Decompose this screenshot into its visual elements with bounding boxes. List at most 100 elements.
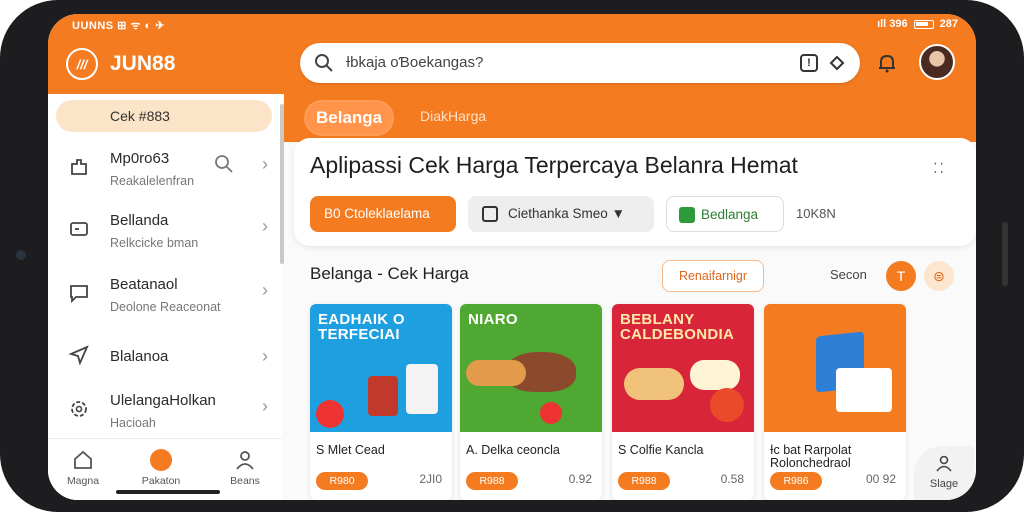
product-name: A. Delka ceoncla bbox=[466, 443, 560, 457]
sidebar-item-subtitle: Deolone Reaceonat bbox=[110, 300, 221, 314]
sidebar-item-1[interactable]: Mp0ro63 Reakalelenfran › bbox=[48, 142, 282, 204]
product-image bbox=[764, 304, 906, 432]
fab-label: Slage bbox=[929, 478, 959, 490]
product-name: Ɨc bat Rarpolat Rolonchedraol bbox=[770, 443, 852, 470]
package-icon bbox=[836, 368, 892, 412]
nav-profile[interactable]: Beans bbox=[210, 445, 280, 487]
avatar[interactable] bbox=[919, 44, 955, 80]
checkbox-icon bbox=[482, 206, 498, 222]
sort-button[interactable]: T bbox=[886, 261, 916, 291]
logo-icon bbox=[150, 449, 172, 471]
signal-text: ıll 396 bbox=[877, 18, 908, 30]
sidebar-item-4[interactable]: Blalanoa › bbox=[48, 330, 282, 392]
chevron-right-icon: › bbox=[262, 154, 268, 174]
bread-icon bbox=[624, 368, 684, 400]
sort-label[interactable]: Secon bbox=[830, 267, 867, 282]
product-banner: NIARO bbox=[468, 311, 518, 328]
chevron-right-icon: › bbox=[262, 346, 268, 366]
sidebar-item-title: Mp0ro63 bbox=[110, 150, 170, 167]
options-button[interactable]: ⊜ bbox=[924, 261, 954, 291]
search-icon[interactable] bbox=[214, 154, 234, 174]
product-name: S Colfie Kancla bbox=[618, 443, 704, 457]
nav-label: Beans bbox=[230, 475, 260, 487]
can-icon bbox=[406, 364, 438, 414]
sidebar-item-subtitle: Hacioah bbox=[110, 416, 156, 430]
nav-label: Pakaton bbox=[141, 475, 181, 487]
tab-cek-harga[interactable]: DiakHarga bbox=[420, 108, 486, 124]
wallet-icon bbox=[70, 222, 88, 236]
tomato-icon bbox=[540, 402, 562, 424]
search-bar[interactable]: Ɨbkaja oƁoekangas? ! bbox=[300, 43, 860, 83]
price-badge: R988 bbox=[466, 472, 518, 490]
phone-frame: UUNNS ⊞ ᯤ ◐ ✈ ıll 396 287 /// JUN88 Ɨbka… bbox=[0, 0, 1024, 512]
product-banner: EADHAIK O TERFECIAI bbox=[318, 311, 405, 343]
camera-dot bbox=[16, 250, 26, 260]
nav-home[interactable]: Magna bbox=[48, 445, 118, 487]
product-card[interactable]: NIARO A. Delka ceoncla R988 0.92 bbox=[460, 304, 602, 500]
green-chip-label: Bedlanga bbox=[701, 207, 759, 222]
bell-icon[interactable] bbox=[876, 52, 898, 74]
sidebar-item-title: Bellanda bbox=[110, 212, 169, 229]
share-fab[interactable]: Slage bbox=[914, 446, 974, 500]
green-filter-chip[interactable]: Bedlanga bbox=[666, 196, 784, 232]
home-indicator bbox=[116, 490, 220, 494]
brand-logo-icon[interactable]: /// bbox=[66, 48, 98, 80]
secondary-price: 2JI0 bbox=[419, 472, 442, 486]
home-icon bbox=[74, 450, 92, 469]
hero-card: Aplipassi Cek Harga Terpercaya Belanra H… bbox=[294, 138, 976, 246]
product-card[interactable]: EADHAIK O TERFECIAI S Mlet Cead R980 2JI… bbox=[310, 304, 452, 500]
sidebar-item-title: UlelangaHolkan bbox=[110, 392, 216, 409]
chevron-right-icon: › bbox=[262, 280, 268, 300]
tab-belanga[interactable]: Belanga bbox=[306, 102, 393, 134]
jar-icon bbox=[368, 376, 398, 416]
search-input[interactable]: Ɨbkaja oƁoekangas? bbox=[346, 54, 483, 71]
tomato-icon bbox=[316, 400, 344, 428]
sidebar-item-5[interactable]: UlelangaHolkan Hacioah › bbox=[48, 384, 282, 446]
sidebar-item-subtitle: Relkcicke bman bbox=[110, 236, 199, 250]
secondary-price: 0.58 bbox=[720, 472, 744, 486]
product-card[interactable]: Ɨc bat Rarpolat Rolonchedraol R986 00 92 bbox=[764, 304, 906, 500]
sidebar-item-title: Beatanaol bbox=[110, 276, 178, 293]
price-badge: R988 bbox=[618, 472, 670, 490]
tomato-icon bbox=[710, 388, 744, 422]
cheese-icon bbox=[690, 360, 740, 390]
nav-center[interactable]: Pakaton bbox=[126, 445, 196, 487]
chevron-right-icon: › bbox=[262, 216, 268, 236]
app-screen: UUNNS ⊞ ᯤ ◐ ✈ ıll 396 287 /// JUN88 Ɨbka… bbox=[48, 14, 976, 500]
orange-action-button[interactable]: B0 Ctoleklaelama bbox=[310, 196, 456, 232]
search-icon bbox=[315, 54, 333, 72]
secondary-price: 00 92 bbox=[865, 472, 896, 486]
user-icon bbox=[236, 451, 254, 470]
product-image: EADHAIK O TERFECIAI bbox=[310, 304, 452, 432]
sidebar-item-2[interactable]: Bellanda Relkcicke bman › bbox=[48, 204, 282, 266]
battery-icon bbox=[913, 19, 934, 29]
category-select[interactable]: Ciethanka Smeo ▼ bbox=[468, 196, 654, 232]
sidebar-item-3[interactable]: Beatanaol Deolone Reaceonat › bbox=[48, 268, 282, 330]
page-title: Aplipassi Cek Harga Terpercaya Belanra H… bbox=[310, 152, 798, 178]
brand-name: JUN88 bbox=[110, 52, 176, 75]
send-icon bbox=[68, 345, 89, 366]
location-icon[interactable] bbox=[828, 54, 846, 72]
status-right: ıll 396 287 bbox=[877, 18, 958, 30]
dropdown-arrow-icon: ▼ bbox=[611, 206, 625, 221]
filter-button[interactable]: Renaifarnigr bbox=[662, 260, 764, 292]
sidebar-item-title: Blalanoa bbox=[110, 348, 169, 365]
product-image: NIARO bbox=[460, 304, 602, 432]
product-card[interactable]: BEBLANY CALDEBONDIA S Colfie Kancla R988… bbox=[612, 304, 754, 500]
puzzle-icon bbox=[71, 159, 87, 175]
sidebar-item-subtitle: Reakalelenfran bbox=[110, 174, 195, 188]
sidebar-pill[interactable]: Cek #883 bbox=[56, 100, 272, 132]
price-badge: R980 bbox=[316, 472, 368, 490]
info-icon[interactable]: ! bbox=[800, 54, 818, 72]
price-badge: R986 bbox=[770, 472, 822, 490]
header-bar: UUNNS ⊞ ᯤ ◐ ✈ ıll 396 287 /// JUN88 Ɨbka… bbox=[48, 14, 976, 94]
side-button bbox=[1002, 222, 1008, 286]
cog-icon bbox=[71, 401, 87, 417]
nav-label: Magna bbox=[66, 475, 100, 487]
battery-text: 287 bbox=[939, 18, 958, 30]
product-banner: BEBLANY CALDEBONDIA bbox=[620, 311, 735, 343]
chevron-right-icon: › bbox=[262, 396, 268, 416]
result-count: 10K8N bbox=[796, 206, 836, 221]
secondary-price: 0.92 bbox=[568, 472, 592, 486]
more-icon[interactable]: ⁚⁚ bbox=[933, 160, 946, 177]
